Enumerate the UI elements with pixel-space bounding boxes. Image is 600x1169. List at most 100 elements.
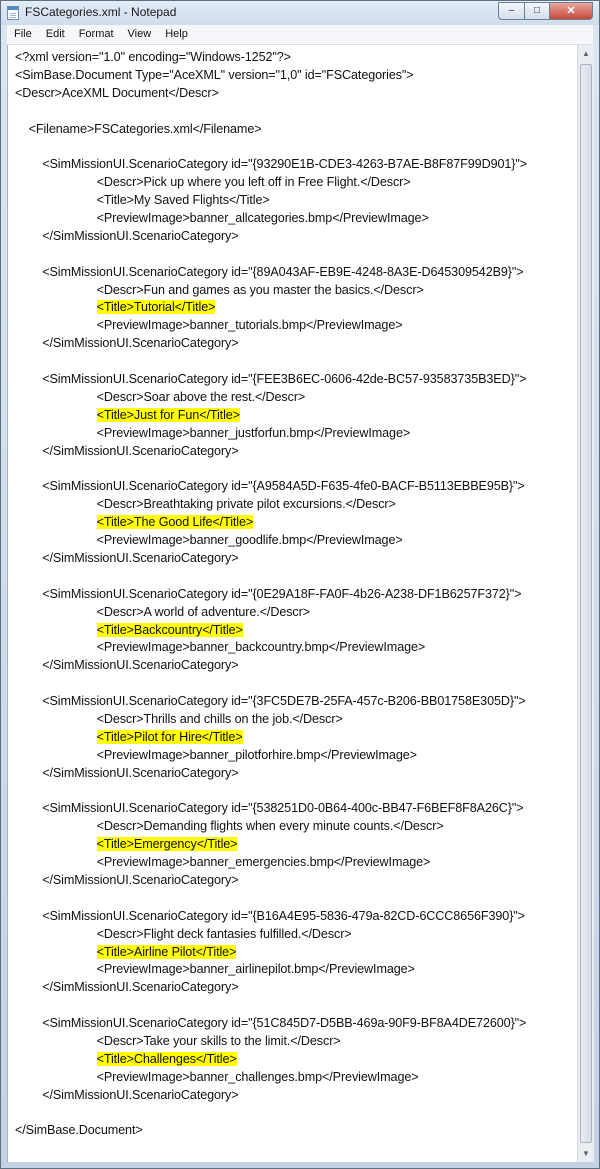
text-line[interactable] xyxy=(15,675,578,693)
close-icon: ✕ xyxy=(566,4,576,17)
text-line[interactable]: <Title>Airline Pilot</Title> xyxy=(15,944,578,962)
text-line[interactable]: <Descr>Breathtaking private pilot excurs… xyxy=(15,496,578,514)
text-line[interactable]: <PreviewImage>banner_tutorials.bmp</Prev… xyxy=(15,317,578,335)
text-line[interactable]: </SimMissionUI.ScenarioCategory> xyxy=(15,443,578,461)
text-line[interactable] xyxy=(15,103,578,121)
text-line[interactable]: <Title>Tutorial</Title> xyxy=(15,299,578,317)
menu-format[interactable]: Format xyxy=(72,25,121,44)
text-line[interactable]: <Descr>AceXML Document</Descr> xyxy=(15,85,578,103)
text-line[interactable]: <Filename>FSCategories.xml</Filename> xyxy=(15,121,578,139)
text-line[interactable]: </SimMissionUI.ScenarioCategory> xyxy=(15,228,578,246)
text-line[interactable] xyxy=(15,783,578,801)
text-line[interactable]: <Title>My Saved Flights</Title> xyxy=(15,192,578,210)
highlighted-title[interactable]: <Title>Pilot for Hire</Title> xyxy=(96,729,243,744)
text-line[interactable]: </SimMissionUI.ScenarioCategory> xyxy=(15,1087,578,1105)
text-line[interactable]: </SimMissionUI.ScenarioCategory> xyxy=(15,979,578,997)
text-line[interactable]: <Title>Challenges</Title> xyxy=(15,1051,578,1069)
text-line[interactable]: <PreviewImage>banner_justforfun.bmp</Pre… xyxy=(15,425,578,443)
text-line[interactable]: <SimMissionUI.ScenarioCategory id="{9329… xyxy=(15,156,578,174)
text-line[interactable]: </SimMissionUI.ScenarioCategory> xyxy=(15,765,578,783)
text-line[interactable]: <Descr>Demanding flights when every minu… xyxy=(15,818,578,836)
text-line[interactable]: <SimMissionUI.ScenarioCategory id="{5382… xyxy=(15,800,578,818)
text-line[interactable]: </SimBase.Document> xyxy=(15,1122,578,1140)
window-title: FSCategories.xml - Notepad xyxy=(25,5,177,19)
notepad-window: FSCategories.xml - Notepad – □ ✕ File Ed… xyxy=(0,0,600,1169)
text-line[interactable]: <Descr>Flight deck fantasies fulfilled.<… xyxy=(15,926,578,944)
vertical-scrollbar[interactable]: ▲ ▼ xyxy=(577,45,594,1162)
notepad-icon[interactable] xyxy=(7,6,19,20)
arrow-down-icon: ▼ xyxy=(582,1149,590,1158)
text-line[interactable]: <SimMissionUI.ScenarioCategory id="{3FC5… xyxy=(15,693,578,711)
text-line[interactable] xyxy=(15,568,578,586)
menu-edit[interactable]: Edit xyxy=(39,25,72,44)
text-line[interactable]: <Title>Just for Fun</Title> xyxy=(15,407,578,425)
menu-bar: File Edit Format View Help xyxy=(7,25,593,45)
text-line[interactable]: <PreviewImage>banner_allcategories.bmp</… xyxy=(15,210,578,228)
text-line[interactable] xyxy=(15,138,578,156)
text-line[interactable]: <PreviewImage>banner_airlinepilot.bmp</P… xyxy=(15,961,578,979)
close-button[interactable]: ✕ xyxy=(549,2,593,20)
text-line[interactable]: <SimMissionUI.ScenarioCategory id="{89A0… xyxy=(15,264,578,282)
maximize-button[interactable]: □ xyxy=(524,2,549,20)
highlighted-title[interactable]: <Title>Backcountry</Title> xyxy=(96,622,243,637)
maximize-icon: □ xyxy=(533,5,541,16)
text-line[interactable]: </SimMissionUI.ScenarioCategory> xyxy=(15,872,578,890)
scroll-thumb[interactable] xyxy=(580,64,592,1143)
highlighted-title[interactable]: <Title>The Good Life</Title> xyxy=(96,515,253,530)
text-line[interactable]: <?xml version="1.0" encoding="Windows-12… xyxy=(15,49,578,67)
minimize-button[interactable]: – xyxy=(498,2,524,20)
text-line[interactable]: </SimMissionUI.ScenarioCategory> xyxy=(15,657,578,675)
text-line[interactable] xyxy=(15,246,578,264)
text-line[interactable] xyxy=(15,890,578,908)
text-line[interactable]: <SimMissionUI.ScenarioCategory id="{51C8… xyxy=(15,1015,578,1033)
text-line[interactable] xyxy=(15,460,578,478)
text-line[interactable]: <SimMissionUI.ScenarioCategory id="{B16A… xyxy=(15,908,578,926)
caption-buttons: – □ ✕ xyxy=(498,2,593,20)
text-line[interactable]: <SimMissionUI.ScenarioCategory id="{FEE3… xyxy=(15,371,578,389)
highlighted-title[interactable]: <Title>Just for Fun</Title> xyxy=(96,407,240,422)
text-line[interactable]: <SimBase.Document Type="AceXML" version=… xyxy=(15,67,578,85)
menu-help[interactable]: Help xyxy=(158,25,195,44)
scroll-up-button[interactable]: ▲ xyxy=(578,45,594,62)
text-line[interactable]: </SimMissionUI.ScenarioCategory> xyxy=(15,550,578,568)
text-line[interactable]: <Title>Pilot for Hire</Title> xyxy=(15,729,578,747)
menu-file[interactable]: File xyxy=(7,25,39,44)
text-line[interactable]: <Descr>Thrills and chills on the job.</D… xyxy=(15,711,578,729)
highlighted-title[interactable]: <Title>Challenges</Title> xyxy=(96,1051,237,1066)
text-line[interactable]: <Descr>A world of adventure.</Descr> xyxy=(15,604,578,622)
text-editor[interactable]: <?xml version="1.0" encoding="Windows-12… xyxy=(7,45,578,1162)
text-line[interactable]: <Descr>Fun and games as you master the b… xyxy=(15,282,578,300)
text-line[interactable]: <Descr>Take your skills to the limit.</D… xyxy=(15,1033,578,1051)
text-line[interactable]: <PreviewImage>banner_goodlife.bmp</Previ… xyxy=(15,532,578,550)
text-line[interactable]: <SimMissionUI.ScenarioCategory id="{0E29… xyxy=(15,586,578,604)
text-line[interactable]: <Descr>Pick up where you left off in Fre… xyxy=(15,174,578,192)
title-bar[interactable]: FSCategories.xml - Notepad – □ ✕ xyxy=(1,1,599,25)
text-line[interactable] xyxy=(15,353,578,371)
text-line[interactable]: <PreviewImage>banner_emergencies.bmp</Pr… xyxy=(15,854,578,872)
text-line[interactable]: <Title>Backcountry</Title> xyxy=(15,622,578,640)
scroll-down-button[interactable]: ▼ xyxy=(578,1145,594,1162)
highlighted-title[interactable]: <Title>Emergency</Title> xyxy=(96,837,238,852)
text-line[interactable]: <Title>The Good Life</Title> xyxy=(15,514,578,532)
text-line[interactable]: <PreviewImage>banner_backcountry.bmp</Pr… xyxy=(15,639,578,657)
highlighted-title[interactable]: <Title>Airline Pilot</Title> xyxy=(96,944,236,959)
text-line[interactable]: </SimMissionUI.ScenarioCategory> xyxy=(15,335,578,353)
text-line[interactable] xyxy=(15,1105,578,1123)
menu-view[interactable]: View xyxy=(121,25,159,44)
document-text[interactable]: <?xml version="1.0" encoding="Windows-12… xyxy=(15,49,578,1140)
text-line[interactable]: <PreviewImage>banner_pilotforhire.bmp</P… xyxy=(15,747,578,765)
text-line[interactable]: <PreviewImage>banner_challenges.bmp</Pre… xyxy=(15,1069,578,1087)
text-line[interactable]: <SimMissionUI.ScenarioCategory id="{A958… xyxy=(15,478,578,496)
highlighted-title[interactable]: <Title>Tutorial</Title> xyxy=(96,300,215,315)
text-line[interactable]: <Title>Emergency</Title> xyxy=(15,836,578,854)
text-line[interactable]: <Descr>Soar above the rest.</Descr> xyxy=(15,389,578,407)
text-line[interactable] xyxy=(15,997,578,1015)
